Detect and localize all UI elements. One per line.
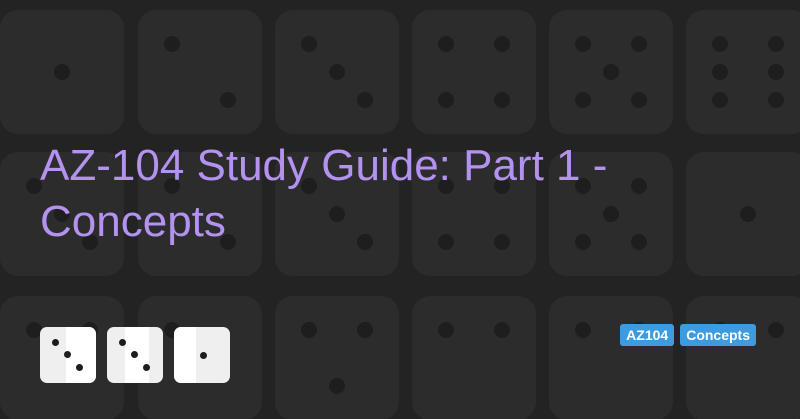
background-die-icon (275, 10, 399, 134)
background-die-icon (138, 10, 262, 134)
tag-list: AZ104 Concepts (620, 324, 756, 346)
die-one-icon (174, 327, 230, 383)
tag-az104[interactable]: AZ104 (620, 324, 675, 346)
background-die-icon (549, 296, 673, 419)
background-die-icon (686, 296, 800, 419)
tag-concepts[interactable]: Concepts (680, 324, 756, 346)
die-three-icon (107, 327, 163, 383)
background-die-icon (686, 10, 800, 134)
background-die-icon (549, 10, 673, 134)
background-die-icon (0, 10, 124, 134)
background-die-icon (412, 296, 536, 419)
dice-logo (40, 327, 230, 383)
background-die-icon (275, 296, 399, 419)
die-three-icon (40, 327, 96, 383)
background-die-icon (412, 10, 536, 134)
page-title: AZ-104 Study Guide: Part 1 - Concepts (40, 141, 608, 246)
